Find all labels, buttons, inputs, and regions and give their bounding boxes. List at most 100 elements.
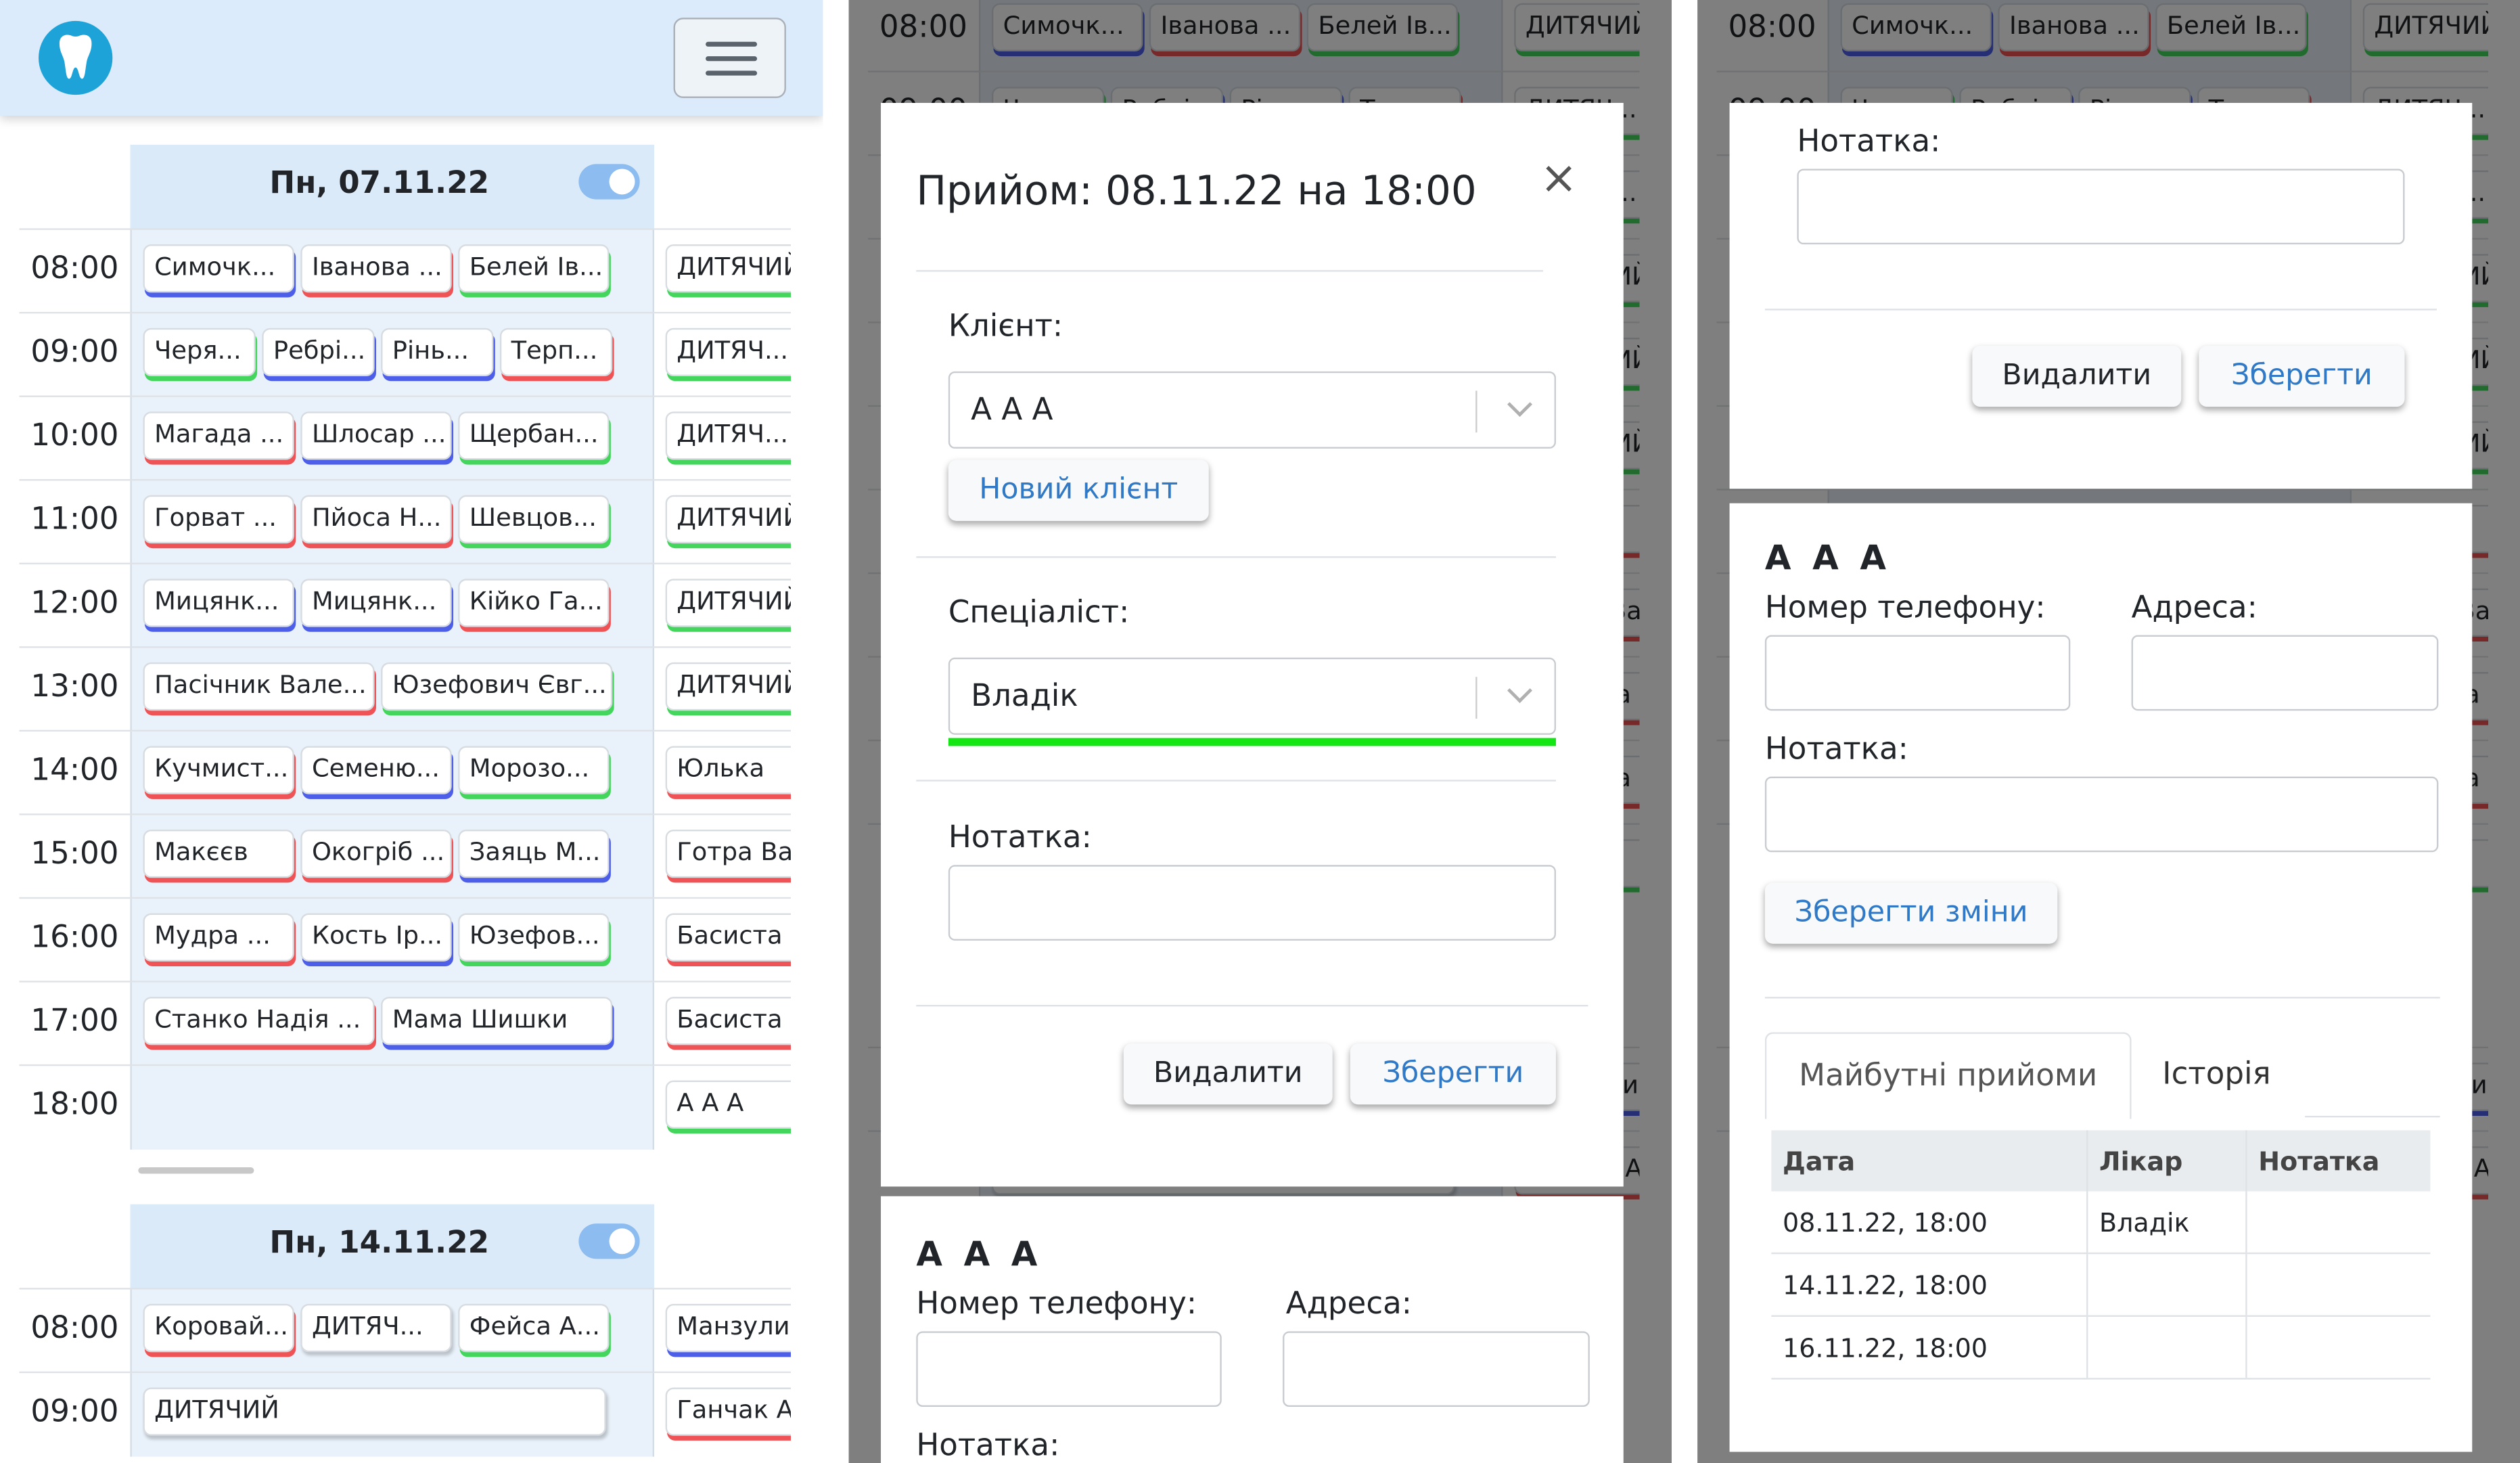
time-slot-cell[interactable]: Ганчак А. [654, 1373, 791, 1457]
appointment-chip[interactable]: Юзефович Євг... [381, 662, 613, 711]
time-slot-cell[interactable]: Мудра ...Кость Ір...Юзефов... [130, 899, 655, 983]
time-slot-cell[interactable]: Станко Надія ...Мама Шишки [130, 982, 655, 1066]
time-slot-cell[interactable]: ДИТЯЧИЙ [654, 229, 791, 314]
appointment-chip[interactable]: Белей Ів... [458, 244, 610, 293]
tab-future-appointments[interactable]: Майбутні прийоми [1764, 1032, 2132, 1119]
appointment-chip[interactable]: Юзефов... [458, 913, 610, 962]
phone-input[interactable] [916, 1331, 1222, 1407]
address-input[interactable] [1283, 1331, 1590, 1407]
appointment-chip[interactable]: Готра Вад [665, 830, 791, 878]
time-slot-cell[interactable]: ДИТЯЧ... [654, 397, 791, 481]
appointment-chip[interactable]: Шевцов... [458, 495, 610, 544]
appointment-chip[interactable]: ДИТЯЧ... [300, 1303, 452, 1353]
time-slot-cell[interactable]: ДИТЯЧИЙ [654, 564, 791, 648]
time-slot-cell[interactable]: МакєєвОкогріб ...Заяць М... [130, 815, 655, 899]
day-toggle[interactable] [578, 1223, 640, 1259]
appointment-chip[interactable]: Ганчак А. [665, 1387, 791, 1436]
time-slot-cell[interactable]: Черя...Ребрі...Рінь...Терп... [130, 313, 655, 397]
appointment-chip[interactable]: Басиста Є [665, 997, 791, 1045]
hamburger-menu-button[interactable] [673, 18, 786, 98]
close-icon[interactable]: × [1540, 151, 1578, 204]
time-slot-cell[interactable]: Кучмист...Семеню...Морозо... [130, 731, 655, 815]
appointment-chip[interactable]: Семеню... [300, 746, 452, 794]
appointment-chip[interactable]: ДИТЯЧИЙ [665, 662, 791, 711]
appointment-chip[interactable]: ДИТЯЧ... [665, 411, 791, 460]
time-slot-cell[interactable]: ДИТЯЧИЙ [130, 1373, 655, 1457]
appointment-chip[interactable]: Черя... [143, 328, 256, 376]
appointment-chip[interactable]: Пасічник Вале... [143, 662, 375, 711]
address-input[interactable] [2131, 635, 2439, 711]
appointment-chip[interactable]: Коровай... [143, 1303, 294, 1353]
appointment-chip[interactable]: Симочк... [143, 244, 294, 293]
time-slot-cell[interactable]: Басиста Є [654, 899, 791, 983]
delete-button[interactable]: Видалити [1123, 1043, 1333, 1105]
chevron-down-icon[interactable] [1507, 678, 1532, 703]
appointment-chip[interactable]: Шлосар ... [300, 411, 452, 460]
time-slot-cell[interactable]: Мицянк...Мицянк...Кійко Га... [130, 564, 655, 648]
save-changes-button[interactable]: Зберегти зміни [1764, 882, 2058, 944]
appointment-chip[interactable]: ДИТЯЧИЙ [665, 579, 791, 627]
appointment-chip[interactable]: Горват ... [143, 495, 294, 544]
appointment-chip[interactable]: Іванова ... [300, 244, 452, 293]
appointment-chip[interactable]: Басиста Є [665, 913, 791, 962]
table-row[interactable]: 08.11.22, 18:00 Владік [1771, 1191, 2431, 1255]
table-row[interactable]: 16.11.22, 18:00 [1771, 1315, 2431, 1380]
appointment-chip[interactable]: Кучмист... [143, 746, 294, 794]
tab-history[interactable]: Історія [2128, 1032, 2305, 1116]
appointment-chip[interactable]: Юлька [665, 746, 791, 794]
table-row[interactable]: 14.11.22, 18:00 [1771, 1253, 2431, 1317]
phone-input[interactable] [1764, 635, 2071, 711]
appointment-chip[interactable]: Морозо... [458, 746, 610, 794]
appointment-chip[interactable]: Магада ... [143, 411, 294, 460]
chevron-down-icon[interactable] [1507, 392, 1532, 418]
appointment-chip[interactable]: Станко Надія ... [143, 997, 375, 1045]
time-slot-cell[interactable]: Симочк...Іванова ...Белей Ів... [130, 229, 655, 314]
client-select[interactable]: А А А [948, 371, 1556, 449]
appointment-chip[interactable]: Кость Ір... [300, 913, 452, 962]
save-button[interactable]: Зберегти [1350, 1043, 1556, 1105]
appointment-chip[interactable]: Макєєв [143, 830, 294, 878]
appointment-chip[interactable]: Кійко Га... [458, 579, 610, 627]
time-slot-cell[interactable]: Готра Вад [654, 815, 791, 899]
appointment-chip[interactable]: Мицянк... [300, 579, 452, 627]
appointment-chip[interactable]: Щербан... [458, 411, 610, 460]
time-slot-cell[interactable] [130, 1066, 655, 1150]
time-slot-cell[interactable]: Горват ...Пйоса Н...Шевцов... [130, 480, 655, 564]
appointment-chip[interactable]: ДИТЯЧИЙ [665, 495, 791, 544]
appointment-chip[interactable]: Окогріб ... [300, 830, 452, 878]
time-slot-cell[interactable]: ДИТЯЧИЙ [654, 648, 791, 732]
save-button[interactable]: Зберегти [2199, 345, 2405, 407]
time-slot-cell[interactable]: ДИТЯЧ... [654, 313, 791, 397]
time-slot-cell[interactable]: А А А [654, 1066, 791, 1150]
appointment-chip[interactable]: ДИТЯЧИЙ [665, 244, 791, 293]
appointment-chip[interactable]: ДИТЯЧИЙ [143, 1387, 606, 1436]
client-note-textarea[interactable] [1764, 776, 2439, 853]
appointment-chip[interactable]: Терп... [499, 328, 613, 376]
time-slot-cell[interactable]: Магада ...Шлосар ...Щербан... [130, 397, 655, 481]
time-slot-cell[interactable]: ДИТЯЧИЙ [654, 480, 791, 564]
time-slot-cell[interactable]: Манзулич [654, 1289, 791, 1374]
time-slot-cell[interactable]: Коровай...ДИТЯЧ...Фейса А... [130, 1289, 655, 1374]
appointment-chip[interactable]: Заяць М... [458, 830, 610, 878]
appointment-chip[interactable]: Пйоса Н... [300, 495, 452, 544]
note-textarea[interactable] [1797, 168, 2405, 245]
day-toggle[interactable] [578, 164, 640, 200]
appointment-chip[interactable]: Фейса А... [458, 1303, 610, 1353]
time-slot-cell[interactable]: Юлька [654, 731, 791, 815]
delete-button[interactable]: Видалити [1972, 345, 2182, 407]
scroll-handle[interactable] [138, 1167, 254, 1174]
appointment-chip[interactable]: Манзулич [665, 1303, 791, 1353]
time-slot-cell[interactable]: Басиста Є [654, 982, 791, 1066]
appointment-chip[interactable]: ДИТЯЧ... [665, 328, 791, 376]
appointment-chip[interactable]: Мудра ... [143, 913, 294, 962]
tooth-logo-icon[interactable] [39, 20, 113, 95]
appointment-chip[interactable]: Рінь... [381, 328, 494, 376]
time-slot-cell[interactable]: Пасічник Вале...Юзефович Євг... [130, 648, 655, 732]
appointment-chip[interactable]: А А А [665, 1080, 791, 1129]
appointment-chip[interactable]: Ребрі... [262, 328, 375, 376]
new-client-button[interactable]: Новий клієнт [948, 459, 1209, 521]
appointment-chip[interactable]: Мама Шишки [381, 997, 613, 1045]
note-textarea[interactable] [948, 865, 1556, 941]
specialist-select[interactable]: Владік [948, 657, 1556, 735]
appointment-chip[interactable]: Мицянк... [143, 579, 294, 627]
